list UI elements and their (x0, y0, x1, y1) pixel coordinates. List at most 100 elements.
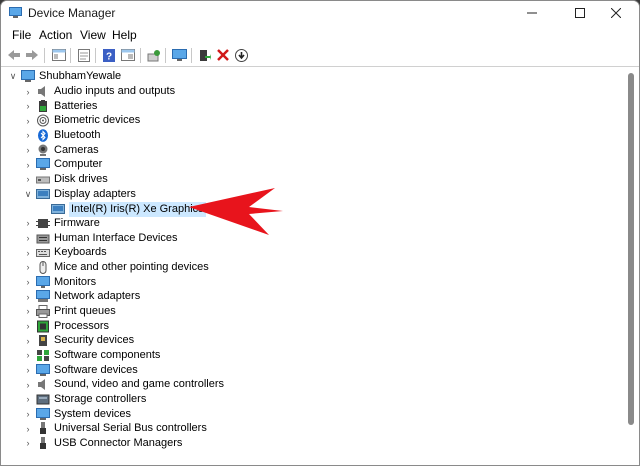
tree-category-label: Print queues (54, 304, 116, 317)
tree-category-computer[interactable]: › Computer (23, 157, 102, 172)
computer-icon (36, 158, 50, 171)
system-icon (36, 407, 50, 421)
chevron-right-icon[interactable]: › (23, 233, 33, 243)
tree-category-security[interactable]: › Security devices (23, 333, 134, 348)
disk-icon (36, 173, 50, 186)
menu-action[interactable]: Action (39, 28, 72, 42)
chevron-right-icon[interactable]: › (23, 248, 33, 258)
tree-category-software-component[interactable]: › Software components (23, 348, 160, 363)
minimize-button[interactable] (509, 1, 555, 25)
tree-category-label: Processors (54, 319, 110, 332)
scan-hardware-button[interactable] (145, 46, 163, 64)
tree-root[interactable]: ∨ ShubhamYewale (8, 69, 121, 84)
tree-category-keyboard[interactable]: › Keyboards (23, 245, 107, 260)
toolbar: ? (1, 44, 639, 67)
show-hide-button[interactable] (50, 46, 68, 64)
chevron-right-icon[interactable]: › (23, 262, 33, 272)
chevron-down-icon[interactable]: ∨ (8, 71, 18, 82)
vertical-scrollbar[interactable] (623, 67, 639, 465)
tree-category-fingerprint[interactable]: › Biometric devices (23, 113, 140, 128)
tree-category-printer[interactable]: › Print queues (23, 304, 116, 319)
menu-file[interactable]: File (12, 28, 31, 42)
tree-category-label: Batteries (54, 99, 98, 112)
enable-device-button[interactable] (196, 46, 214, 64)
menu-help[interactable]: Help (112, 28, 137, 42)
chevron-right-icon[interactable]: › (23, 365, 33, 375)
monitor-icon (36, 275, 50, 289)
chevron-right-icon[interactable]: › (23, 424, 33, 434)
chevron-right-icon[interactable]: › (23, 321, 33, 331)
chevron-right-icon[interactable]: › (23, 438, 33, 448)
tree-category-system[interactable]: › System devices (23, 407, 131, 422)
tree-category-processor[interactable]: › Processors (23, 319, 109, 334)
tree-category-speaker[interactable]: › Audio inputs and outputs (23, 84, 175, 99)
hid-icon (36, 232, 50, 245)
chevron-right-icon[interactable]: › (23, 394, 33, 404)
forward-button[interactable] (23, 46, 41, 64)
scrollbar-thumb[interactable] (628, 73, 634, 425)
menu-view[interactable]: View (80, 28, 106, 42)
software-device-icon (36, 363, 50, 377)
tree-category-software-device[interactable]: › Software devices (23, 363, 138, 378)
tree-category-disk[interactable]: › Disk drives (23, 172, 108, 187)
camera-icon (36, 144, 50, 157)
keyboard-icon (36, 246, 50, 259)
chevron-right-icon[interactable]: › (23, 277, 33, 287)
chevron-right-icon[interactable]: › (23, 306, 33, 316)
usb-connector-icon (36, 436, 50, 450)
tree-category-storage[interactable]: › Storage controllers (23, 392, 147, 407)
chevron-right-icon[interactable]: › (23, 116, 33, 126)
tree-category-bluetooth[interactable]: › Bluetooth (23, 128, 100, 143)
tree-category-monitor[interactable]: › Monitors (23, 275, 96, 290)
chevron-right-icon[interactable]: › (23, 336, 33, 346)
chevron-right-icon[interactable]: › (23, 292, 33, 302)
properties-button[interactable] (75, 46, 93, 64)
tree-category-battery[interactable]: › Batteries (23, 99, 97, 114)
tree-category-label: Sound, video and game controllers (54, 378, 224, 391)
security-icon (36, 334, 50, 347)
tree-device-intel-graphics[interactable]: Intel(R) Iris(R) Xe Graphics (51, 202, 206, 217)
tree-category-firmware[interactable]: › Firmware (23, 216, 100, 231)
tree-category-mouse[interactable]: › Mice and other pointing devices (23, 260, 209, 275)
chevron-right-icon[interactable]: › (23, 409, 33, 419)
tree-category-label: Disk drives (54, 172, 108, 185)
tree-category-usb[interactable]: › Universal Serial Bus controllers (23, 421, 207, 436)
tree-category-camera[interactable]: › Cameras (23, 143, 99, 158)
tree-category-hid[interactable]: › Human Interface Devices (23, 231, 178, 246)
chevron-right-icon[interactable]: › (23, 130, 33, 140)
uninstall-icon (217, 49, 229, 61)
uninstall-button[interactable] (214, 46, 232, 64)
chevron-right-icon[interactable]: › (23, 101, 33, 111)
chevron-right-icon[interactable]: › (23, 145, 33, 155)
bluetooth-icon (36, 129, 50, 142)
red-arrow-annotation (189, 188, 283, 235)
chevron-right-icon[interactable]: › (23, 380, 33, 390)
tree-category-label: Display adapters (54, 187, 136, 200)
chevron-right-icon[interactable]: › (23, 87, 33, 97)
tree-category-label: Universal Serial Bus controllers (54, 422, 207, 435)
tree-category-label: Security devices (54, 334, 135, 347)
chevron-right-icon[interactable]: › (23, 160, 33, 170)
tree-category-label: Software components (54, 348, 161, 361)
title-bar: Device Manager (1, 1, 639, 25)
chevron-right-icon[interactable]: › (23, 218, 33, 228)
tree-category-label: Software devices (54, 363, 138, 376)
view-button[interactable] (119, 46, 137, 64)
chevron-right-icon[interactable]: › (23, 174, 33, 184)
monitor-button[interactable] (170, 46, 188, 64)
maximize-icon (575, 8, 585, 18)
tree-category-usb-connector[interactable]: › USB Connector Managers (23, 436, 182, 451)
tree-category-display-adapter[interactable]: ∨ Display adapters (23, 187, 136, 202)
tree-category-sound[interactable]: › Sound, video and game controllers (23, 377, 224, 392)
tree-category-network[interactable]: › Network adapters (23, 289, 140, 304)
close-button[interactable] (593, 1, 639, 25)
help-button[interactable]: ? (100, 46, 118, 64)
update-driver-button[interactable] (232, 46, 250, 64)
back-button[interactable] (5, 46, 23, 64)
battery-icon (36, 99, 50, 113)
chevron-right-icon[interactable]: › (23, 350, 33, 360)
chevron-down-icon[interactable]: ∨ (23, 189, 33, 199)
storage-icon (36, 393, 50, 406)
update-driver-icon (234, 48, 248, 62)
tree-category-label: Bluetooth (54, 128, 101, 141)
